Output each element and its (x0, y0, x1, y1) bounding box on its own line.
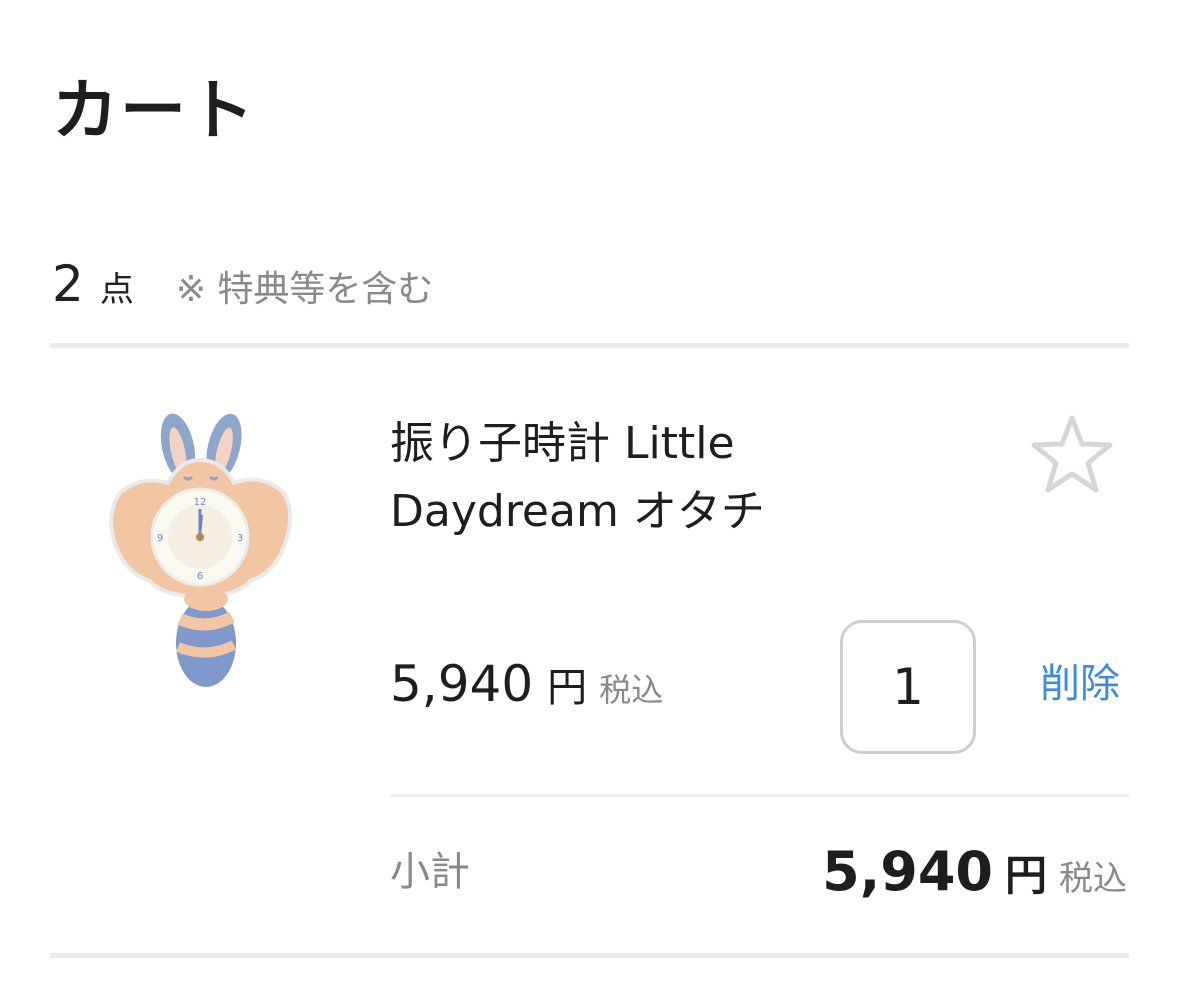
cart-count-summary: 2 点 ※ 特典等を含む (52, 255, 433, 315)
subtotal-currency: 円 (1004, 851, 1047, 900)
cart-item-count: 2 (52, 255, 84, 313)
subtotal-label: 小計 (390, 849, 470, 895)
svg-text:6: 6 (197, 571, 203, 582)
subtotal-value: 5,940 (822, 840, 993, 903)
divider (50, 953, 1129, 958)
item-price-currency: 円 (547, 665, 588, 711)
item-price-tax-label: 税込 (599, 671, 664, 709)
star-outline-icon (1031, 415, 1113, 493)
product-image[interactable]: 12 3 6 9 (100, 405, 300, 695)
divider (50, 343, 1129, 348)
cart-count-unit: 点 (99, 270, 134, 310)
subtotal-amount: 5,940 円 税込 (822, 840, 1127, 903)
item-price-value: 5,940 (390, 655, 534, 713)
favorite-button[interactable] (1026, 410, 1118, 502)
product-name[interactable]: 振り子時計 Little Daydream オタチ (390, 410, 950, 546)
quantity-select[interactable]: 1 (840, 620, 976, 754)
subtotal-tax-label: 税込 (1059, 859, 1127, 899)
svg-text:9: 9 (157, 533, 163, 544)
pendulum-clock-product-image: 12 3 6 9 (109, 413, 293, 687)
cart-count-note: ※ 特典等を含む (175, 269, 434, 310)
delete-button[interactable]: 削除 (1040, 660, 1120, 708)
item-price: 5,940 円 税込 (390, 655, 663, 713)
page-title: カート (52, 72, 256, 149)
divider (390, 794, 1129, 797)
svg-text:3: 3 (237, 533, 243, 544)
svg-text:12: 12 (194, 497, 207, 508)
